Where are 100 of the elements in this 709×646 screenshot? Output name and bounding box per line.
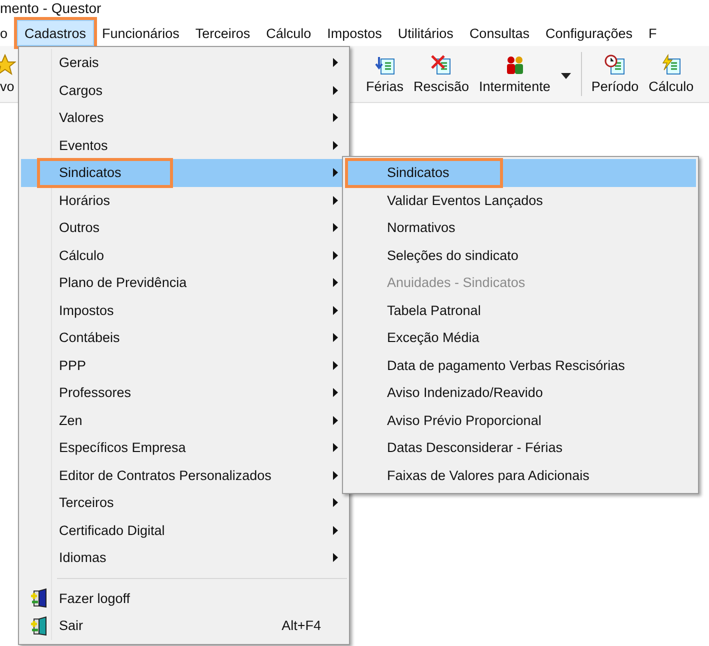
menu-item-label: Horários bbox=[59, 192, 110, 208]
menu-item[interactable]: Idiomas bbox=[21, 544, 347, 572]
menu-item[interactable]: Fazer logoff bbox=[21, 584, 347, 612]
menu-item-label: Tabela Patronal bbox=[387, 302, 481, 318]
submenu-arrow-icon bbox=[333, 140, 338, 150]
submenu-arrow-icon bbox=[333, 168, 338, 177]
clock-document-icon bbox=[604, 54, 626, 76]
menu-bar-item[interactable]: Funcionários bbox=[94, 20, 188, 46]
menu-item-label: Específicos Empresa bbox=[59, 440, 186, 456]
menu-item-label: Fazer logoff bbox=[59, 590, 130, 606]
shortcut-label: Alt+F4 bbox=[282, 618, 321, 634]
menu-item[interactable]: Valores bbox=[21, 104, 347, 132]
menu-bar-item[interactable]: Cadastros bbox=[16, 20, 94, 46]
menu-bar-item[interactable]: F bbox=[640, 20, 665, 46]
window-title: mento - Questor bbox=[0, 0, 102, 18]
toolbar-button[interactable]: Férias bbox=[361, 50, 409, 98]
toolbar-button[interactable]: Período bbox=[586, 50, 644, 98]
submenu-arrow-icon bbox=[333, 278, 338, 287]
menu-item[interactable]: Eventos bbox=[21, 132, 347, 159]
menu-bar-item[interactable]: Impostos bbox=[319, 20, 390, 46]
menu-item-label: Seleções do sindicato bbox=[387, 248, 518, 263]
menu-item-label: Sindicatos bbox=[387, 165, 450, 180]
menu-bar-item[interactable]: Cálculo bbox=[258, 20, 320, 46]
menu-item-label: Contábeis bbox=[59, 330, 120, 346]
menu-item-label: Eventos bbox=[59, 138, 108, 153]
menu-bar-item[interactable]: Configurações bbox=[537, 20, 641, 46]
menu-item[interactable]: Cálculo bbox=[21, 242, 347, 269]
submenu-arrow-icon bbox=[333, 58, 338, 67]
menu-item-label: Exceção Média bbox=[387, 330, 480, 346]
submenu-arrow-icon bbox=[333, 196, 338, 204]
menu-item[interactable]: Certificado Digital bbox=[21, 516, 347, 544]
menu-item[interactable]: Outros bbox=[21, 214, 347, 242]
menu-item[interactable]: Professores bbox=[21, 379, 347, 406]
submenu-arrow-icon bbox=[333, 526, 338, 534]
toolbar-button[interactable]: Rescisão bbox=[408, 50, 474, 98]
menu-item-label: Professores bbox=[59, 385, 132, 400]
submenu-arrow-icon bbox=[333, 388, 338, 397]
submenu-arrow-icon bbox=[333, 250, 338, 260]
menu-item-label: Plano de Previdência bbox=[59, 275, 187, 290]
menu-item-label: PPP bbox=[59, 358, 86, 373]
submenu-arrow-icon bbox=[333, 443, 338, 452]
menu-item[interactable]: Terceiros bbox=[21, 489, 347, 516]
submenu-arrow-icon bbox=[333, 86, 338, 94]
menu-item-label: Editor de Contratos Personalizados bbox=[59, 468, 272, 483]
arrow-document-icon bbox=[374, 54, 396, 76]
menu-item[interactable]: Cargos bbox=[21, 76, 347, 104]
menu-item-label: Certificado Digital bbox=[59, 522, 165, 538]
menu-item-label: Idiomas bbox=[59, 550, 106, 566]
menu-item-label: Valores bbox=[59, 110, 104, 126]
menu-item[interactable]: Horários bbox=[21, 186, 347, 214]
menu-item-label: Aviso Indenizado/Reavido bbox=[387, 385, 543, 400]
menu-item-label: Gerais bbox=[59, 55, 99, 70]
submenu-item[interactable]: Validar Eventos Lançados bbox=[345, 186, 696, 214]
cross-document-icon bbox=[430, 54, 452, 76]
submenu-arrow-icon bbox=[333, 470, 338, 480]
toolbar-button[interactable]: vo bbox=[0, 50, 18, 98]
submenu-arrow-icon bbox=[333, 113, 338, 122]
submenu-item[interactable]: Normativos bbox=[345, 214, 696, 242]
menu-item-label: Faixas de Valores para Adicionais bbox=[387, 468, 590, 483]
submenu-item[interactable]: Data de pagamento Verbas Rescisórias bbox=[345, 352, 696, 379]
menu-item-label: Impostos bbox=[59, 302, 114, 318]
submenu-item[interactable]: Faixas de Valores para Adicionais bbox=[345, 462, 696, 489]
menu-item-label: Sindicatos bbox=[59, 165, 122, 180]
menu-item[interactable]: Impostos bbox=[21, 296, 347, 324]
menu-item-label: Normativos bbox=[387, 220, 456, 236]
submenu-item[interactable]: Datas Desconsiderar - Férias bbox=[345, 434, 696, 462]
lightning-document-icon bbox=[660, 54, 682, 76]
menu-item[interactable]: Gerais bbox=[21, 49, 347, 76]
menu-item[interactable]: Editor de Contratos Personalizados bbox=[21, 462, 347, 489]
menu-item[interactable]: Sair Alt+F4 bbox=[21, 612, 347, 640]
submenu-item[interactable]: Seleções do sindicato bbox=[345, 242, 696, 269]
submenu-item[interactable]: Sindicatos bbox=[345, 159, 696, 186]
submenu-arrow-icon bbox=[333, 416, 338, 424]
menu-item-label: Zen bbox=[59, 412, 82, 428]
menu-item[interactable]: Plano de Previdência bbox=[21, 269, 347, 296]
submenu-arrow-icon bbox=[333, 553, 338, 562]
submenu-arrow-icon bbox=[333, 333, 338, 342]
toolbar-button[interactable]: Intermitente bbox=[474, 50, 556, 98]
toolbar-button[interactable]: Cálculo bbox=[644, 50, 699, 98]
menu-bar-item[interactable]: Utilitários bbox=[390, 20, 462, 46]
menu-item-label: Datas Desconsiderar - Férias bbox=[387, 440, 563, 456]
submenu-item[interactable]: Exceção Média bbox=[345, 324, 696, 352]
menu-bar-item[interactable]: Terceiros bbox=[187, 20, 258, 46]
menu-item-label: Data de pagamento Verbas Rescisórias bbox=[387, 358, 625, 373]
menu-item-label: Sair bbox=[59, 618, 84, 634]
menu-bar-item[interactable]: Consultas bbox=[461, 20, 538, 46]
submenu-item[interactable]: Tabela Patronal bbox=[345, 296, 696, 324]
submenu-item[interactable]: Aviso Indenizado/Reavido bbox=[345, 379, 696, 406]
menu-item-label: Anuidades - Sindicatos bbox=[387, 275, 526, 290]
menu-item-label: Cálculo bbox=[59, 248, 104, 263]
submenu-arrow-icon bbox=[333, 306, 338, 314]
menu-item[interactable]: Contábeis bbox=[21, 324, 347, 352]
submenu-item[interactable]: Aviso Prévio Proporcional bbox=[345, 406, 696, 434]
menu-bar-item[interactable]: o bbox=[0, 20, 17, 46]
menu-item-label: Aviso Prévio Proporcional bbox=[387, 412, 542, 428]
submenu-arrow-icon bbox=[333, 498, 338, 507]
menu-item-label: Outros bbox=[59, 220, 100, 236]
menu-item[interactable]: Zen bbox=[21, 406, 347, 434]
menu-item[interactable]: Específicos Empresa bbox=[21, 434, 347, 462]
menu-item[interactable]: PPP bbox=[21, 352, 347, 379]
